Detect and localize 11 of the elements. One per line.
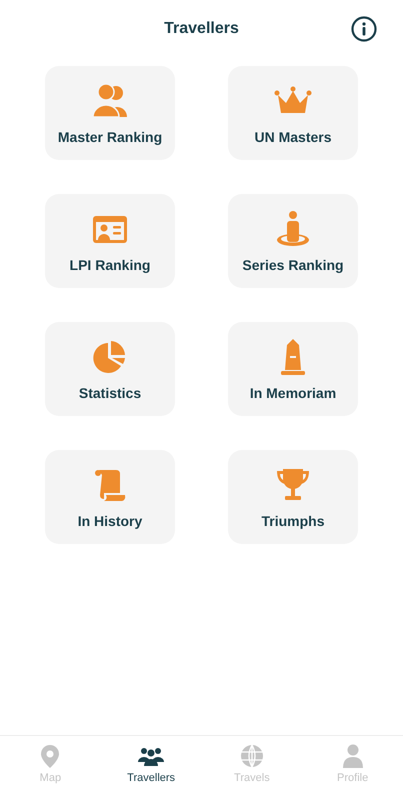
menu-card[interactable]: Series Ranking bbox=[228, 194, 358, 288]
menu-card[interactable]: UN Masters bbox=[228, 66, 358, 160]
page-title: Travellers bbox=[164, 20, 239, 38]
menu-card[interactable]: Master Ranking bbox=[45, 66, 175, 160]
tab-bar-item[interactable]: Travellers bbox=[100, 742, 202, 784]
menu-card[interactable]: In History bbox=[45, 450, 175, 544]
menu-card[interactable]: Triumphs bbox=[228, 450, 358, 544]
menu-card[interactable]: LPI Ranking bbox=[45, 194, 175, 288]
menu-card[interactable]: In Memoriam bbox=[228, 322, 358, 416]
menu-card[interactable]: Statistics bbox=[45, 322, 175, 416]
info-icon[interactable] bbox=[351, 16, 377, 42]
